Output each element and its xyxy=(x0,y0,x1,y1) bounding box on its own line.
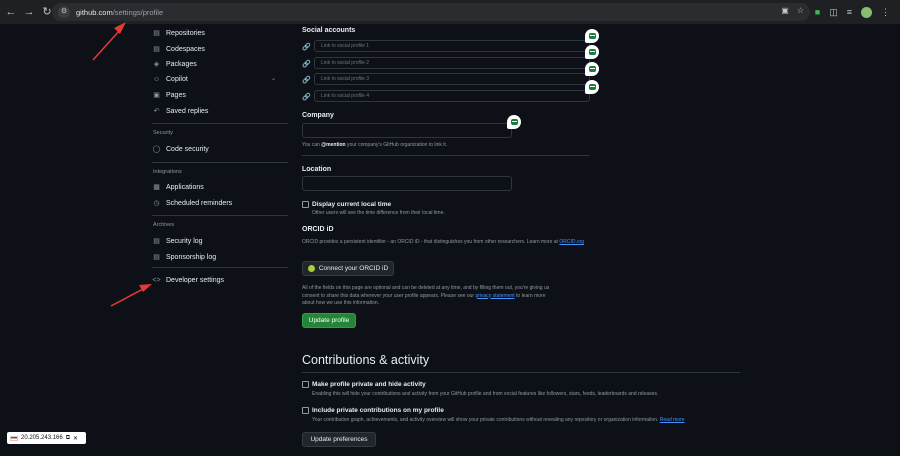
annotation-arrow-url xyxy=(92,22,126,61)
ip-address-popup: 20.205.243.166 ⧉ ✕ xyxy=(7,432,86,444)
copy-icon[interactable]: ⧉ xyxy=(66,435,70,442)
annotation-arrow-developer-settings xyxy=(110,284,152,307)
annotation-arrows xyxy=(92,22,152,307)
close-icon[interactable]: ✕ xyxy=(73,435,78,442)
ip-address-text: 20.205.243.166 xyxy=(21,435,63,441)
flag-icon xyxy=(10,435,18,441)
